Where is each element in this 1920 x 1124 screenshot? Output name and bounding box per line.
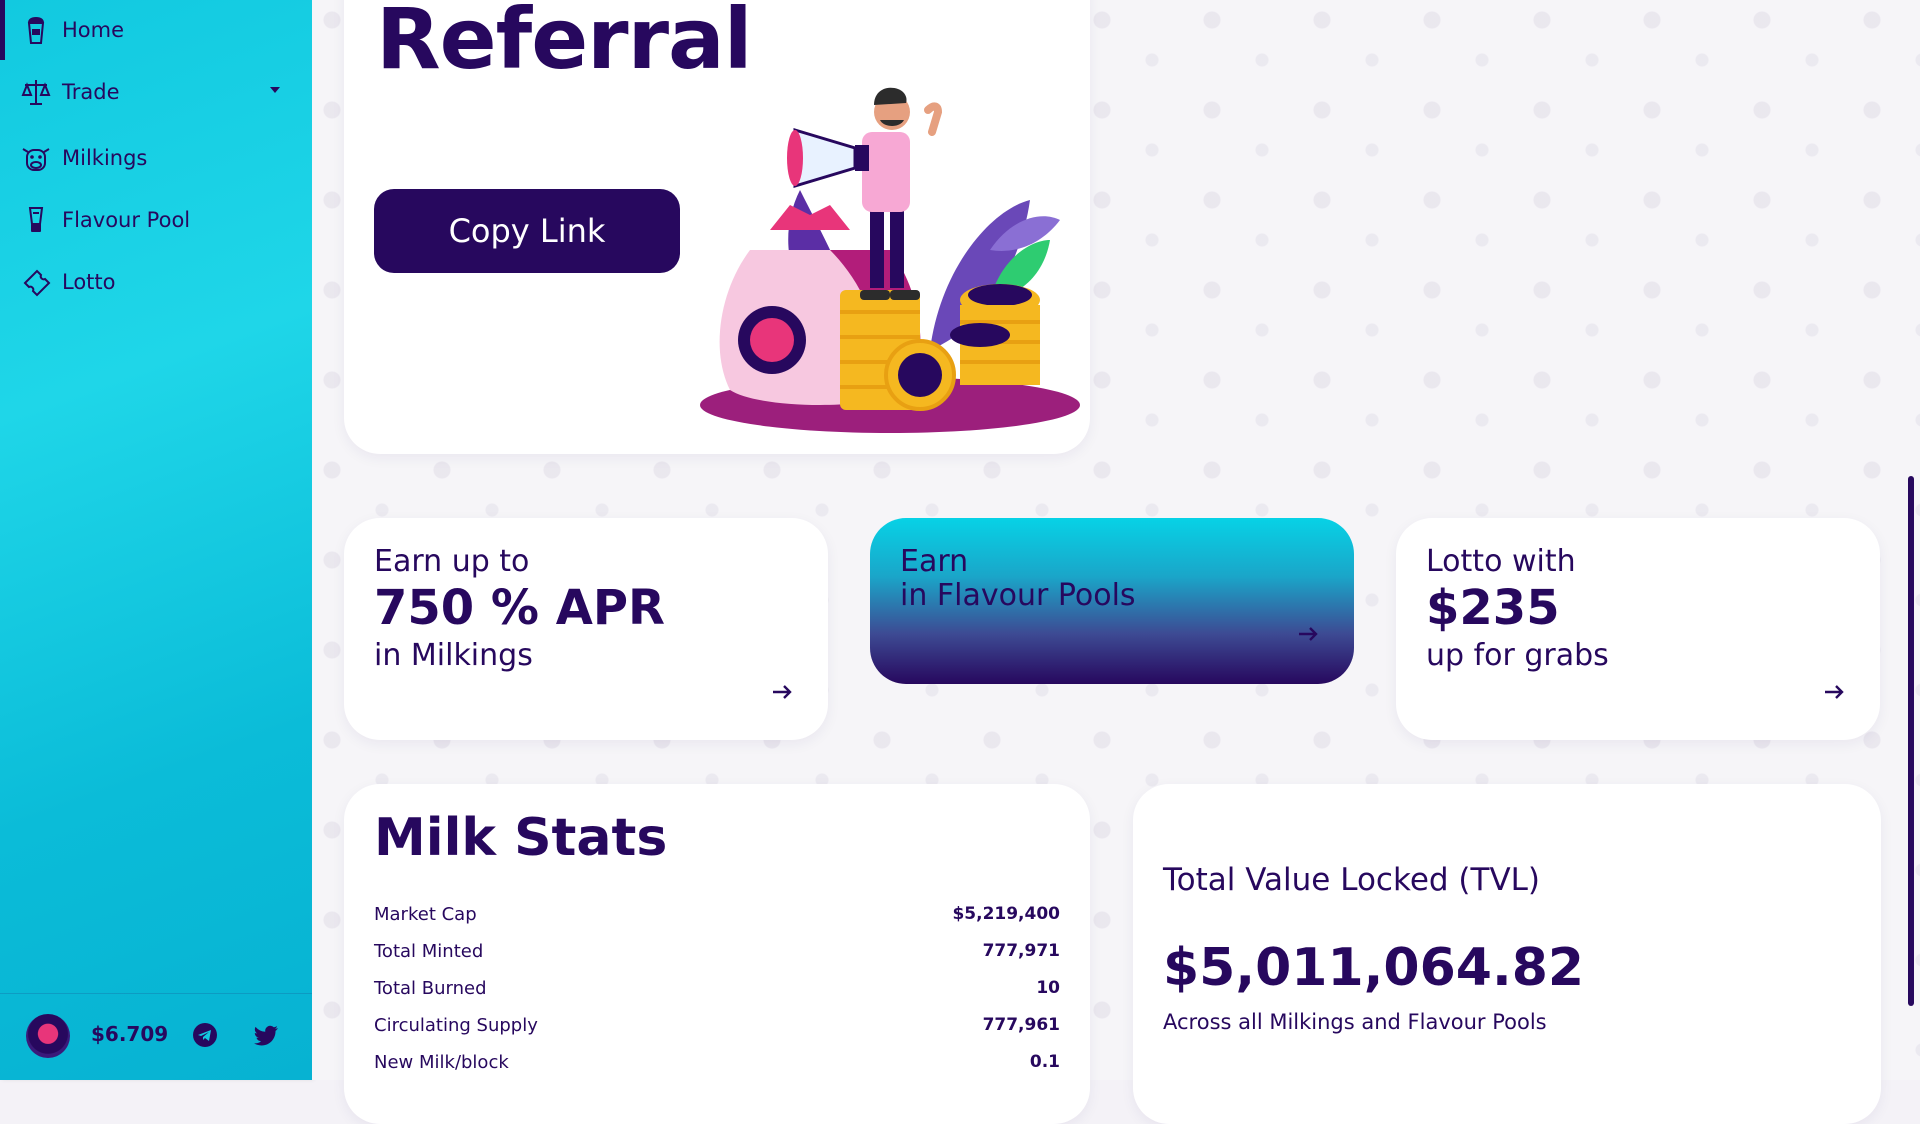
stat-label: New Milk/block <box>374 1052 509 1073</box>
chevron-down-icon[interactable] <box>270 87 280 93</box>
scales-icon <box>20 76 52 108</box>
lotto-promo-card[interactable]: Lotto with $235 up for grabs <box>1396 518 1880 740</box>
milk-stats-title: Milk Stats <box>374 808 668 868</box>
apr-value: 750 % APR <box>374 580 665 636</box>
stat-row: Circulating Supply 777,961 <box>374 1015 1060 1045</box>
promo-line: in Milkings <box>374 638 533 673</box>
arrow-right-icon[interactable] <box>770 680 794 704</box>
milkings-promo-card[interactable]: Earn up to 750 % APR in Milkings <box>344 518 828 740</box>
promo-line: Earn up to <box>374 544 530 579</box>
stat-value: $5,219,400 <box>952 904 1060 924</box>
active-indicator <box>0 0 5 60</box>
stat-row: Total Burned 10 <box>374 978 1060 1008</box>
promo-line: in Flavour Pools <box>900 578 1136 613</box>
lotto-prize-value: $235 <box>1426 580 1560 636</box>
milkshake-icon <box>20 14 52 46</box>
stat-label: Circulating Supply <box>374 1015 538 1036</box>
token-price: $6.709 <box>91 1022 169 1046</box>
sidebar-item-label: Flavour Pool <box>62 208 191 232</box>
sidebar-item-label: Home <box>62 18 125 42</box>
stat-value: 0.1 <box>1029 1052 1060 1072</box>
stat-row: Total Minted 777,971 <box>374 941 1060 971</box>
referral-illustration <box>700 87 1080 433</box>
flavour-pools-promo-card[interactable]: Earn in Flavour Pools <box>870 518 1354 684</box>
sidebar-item-label: Milkings <box>62 146 148 170</box>
sidebar-item-home[interactable]: Home <box>20 10 124 50</box>
stat-row: Market Cap $5,219,400 <box>374 904 1060 934</box>
promo-line: Lotto with <box>1426 544 1576 579</box>
milk-token-logo <box>26 1014 70 1058</box>
stat-row: New Milk/block 0.1 <box>374 1052 1060 1082</box>
tvl-title: Total Value Locked (TVL) <box>1163 862 1541 898</box>
arrow-right-icon[interactable] <box>1296 622 1320 646</box>
telegram-icon[interactable] <box>192 1022 218 1048</box>
tvl-subtitle: Across all Milkings and Flavour Pools <box>1163 1010 1547 1034</box>
sidebar-item-lotto[interactable]: Lotto <box>20 262 116 302</box>
stat-label: Total Minted <box>374 941 484 962</box>
tvl-value: $5,011,064.82 <box>1163 938 1585 998</box>
sidebar-item-milkings[interactable]: Milkings <box>20 138 147 178</box>
sidebar-item-trade[interactable]: Trade <box>20 72 120 112</box>
copy-link-button[interactable]: Copy Link <box>374 189 680 273</box>
sidebar-footer: $6.709 <box>0 993 312 1080</box>
stat-value: 777,961 <box>982 1015 1060 1035</box>
promo-line: Earn <box>900 544 969 579</box>
ticket-icon <box>20 266 52 298</box>
scrollbar[interactable] <box>1908 476 1914 1006</box>
sidebar: Home Trade Milkings Flavour Pool Lotto $… <box>0 0 312 1080</box>
promo-line: up for grabs <box>1426 638 1609 673</box>
stat-label: Total Burned <box>374 978 487 999</box>
stat-value: 10 <box>1036 978 1060 998</box>
arrow-right-icon[interactable] <box>1822 680 1846 704</box>
stat-label: Market Cap <box>374 904 477 925</box>
sidebar-item-label: Trade <box>62 80 120 104</box>
sidebar-item-label: Lotto <box>62 270 116 294</box>
twitter-icon[interactable] <box>254 1022 280 1048</box>
stat-value: 777,971 <box>982 941 1060 961</box>
cow-icon <box>20 142 52 174</box>
sidebar-item-flavour-pool[interactable]: Flavour Pool <box>20 200 190 240</box>
blender-icon <box>20 204 52 236</box>
